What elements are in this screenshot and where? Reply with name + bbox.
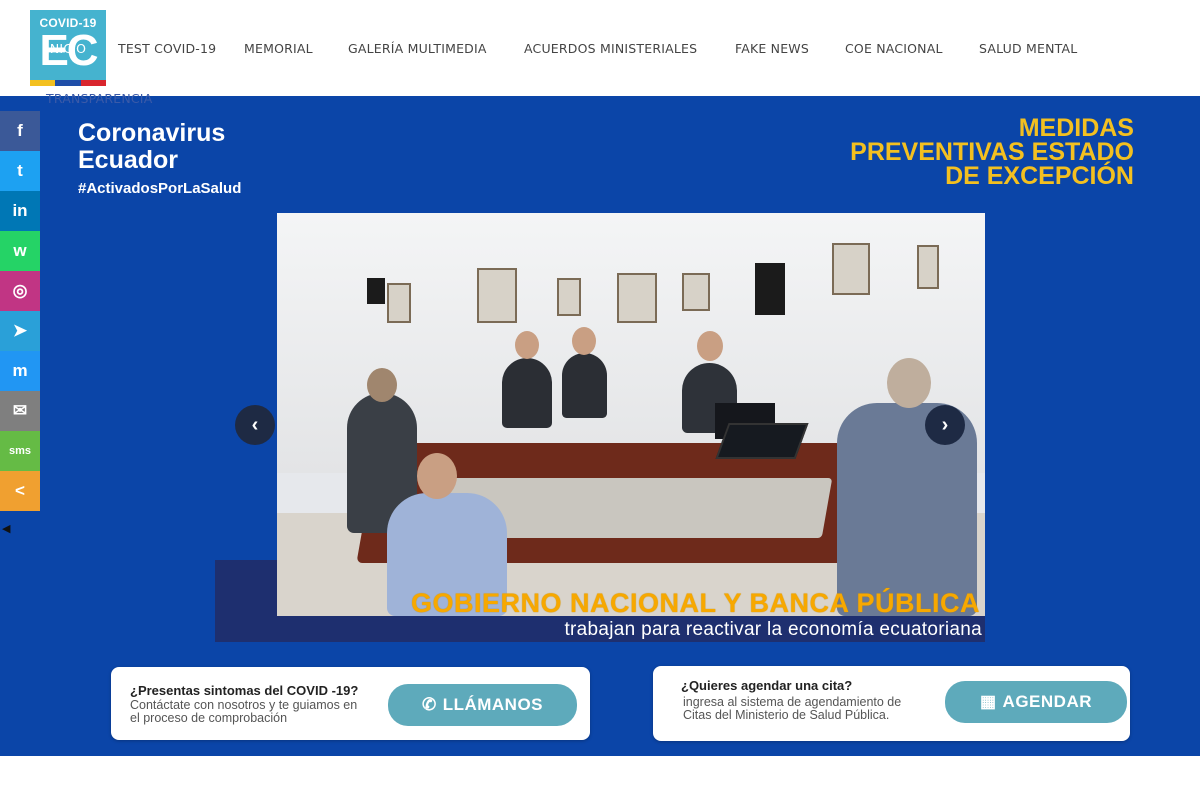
nav-item-coe-nacional[interactable]: COE NACIONAL (845, 41, 943, 56)
calendar-icon: ▦ (979, 692, 997, 711)
nav-item-fake-news[interactable]: FAKE NEWS (735, 41, 809, 56)
wall-frame (617, 273, 657, 323)
speaker-right (755, 263, 785, 315)
hide-arrow-icon[interactable]: ◀ (2, 522, 10, 535)
nav-item-galeria[interactable]: GALERÍA MULTIMEDIA (348, 41, 487, 56)
whatsapp-icon[interactable]: w (0, 231, 40, 271)
brand-block: Coronavirus Ecuador #ActivadosPorLaSalud (78, 119, 242, 198)
wall-frame (832, 243, 870, 295)
twitter-icon[interactable]: t (0, 151, 40, 191)
medidas-line-3: DE EXCEPCIÓN (945, 162, 1134, 190)
person-head (417, 453, 457, 499)
share-icon[interactable]: < (0, 471, 40, 511)
brand-hashtag: #ActivadosPorLaSalud (78, 180, 242, 197)
telegram-icon[interactable]: ➤ (0, 311, 40, 351)
person-head (515, 331, 539, 359)
slider-next-button[interactable]: › (925, 405, 965, 445)
person-head (572, 327, 596, 355)
email-icon[interactable]: ✉ (0, 391, 40, 431)
site-header: COVID-19 EC INICIO TEST COVID-19 MEMORIA… (0, 0, 1200, 106)
appointment-card: ¿Quieres agendar una cita? ingresa al si… (653, 666, 1130, 741)
brand-line-2: Ecuador (78, 146, 179, 174)
linkedin-icon[interactable]: in (0, 191, 40, 231)
medidas-line-2: PREVENTIVAS ESTADO (850, 138, 1134, 166)
nav-item-memorial[interactable]: MEMORIAL (244, 41, 313, 56)
nav-item-salud-mental[interactable]: SALUD MENTAL (979, 41, 1077, 56)
social-share-bar: f t in w ◎ ➤ m ✉ sms < (0, 111, 40, 511)
nav-item-inicio[interactable]: INICIO (46, 41, 86, 56)
brand-line-1: Coronavirus (78, 119, 226, 147)
symptoms-card: ¿Presentas sintomas del COVID -19? Contá… (111, 667, 590, 740)
person-head (887, 358, 931, 408)
wall-frame (477, 268, 517, 323)
logo-bar-yellow (30, 80, 56, 86)
medidas-banner[interactable]: MEDIDAS PREVENTIVAS ESTADO DE EXCEPCIÓN (850, 114, 1134, 190)
schedule-button[interactable]: ▦ AGENDAR (945, 681, 1127, 723)
hero-slide-image[interactable] (277, 213, 985, 616)
slide-caption-title: GOBIERNO NACIONAL Y BANCA PÚBLICA (410, 588, 980, 618)
call-button-label: LLÁMANOS (442, 695, 544, 714)
schedule-button-label: AGENDAR (1002, 692, 1092, 711)
person-head (697, 331, 723, 361)
person-head (367, 368, 397, 402)
person-silhouette (562, 353, 607, 418)
wall-frame (917, 245, 939, 289)
person-silhouette (502, 358, 552, 428)
appointment-question: ¿Quieres agendar una cita? (681, 678, 853, 693)
sms-icon[interactable]: sms (0, 431, 40, 471)
chevron-right-icon: › (941, 413, 949, 436)
slide-caption-subtitle: trabajan para reactivar la economía ecua… (564, 619, 982, 640)
nav-item-acuerdos[interactable]: ACUERDOS MINISTERIALES (524, 41, 697, 56)
appointment-desc-line-2: Citas del Ministerio de Salud Pública. (683, 708, 890, 722)
logo-bar-red (80, 80, 106, 86)
messenger-icon[interactable]: m (0, 351, 40, 391)
nav-item-transparencia[interactable]: TRANSPARENCIA (46, 91, 152, 106)
wall-frame (682, 273, 710, 311)
tablet-screen (715, 423, 809, 459)
medidas-line-1: MEDIDAS (1018, 114, 1134, 142)
symptoms-question: ¿Presentas sintomas del COVID -19? (130, 683, 359, 698)
wall-frame (387, 283, 411, 323)
phone-icon: ✆ (421, 695, 437, 714)
slider-prev-button[interactable]: ‹ (235, 405, 275, 445)
facebook-icon[interactable]: f (0, 111, 40, 151)
chevron-left-icon: ‹ (251, 413, 259, 436)
logo-bar-blue (55, 80, 81, 86)
nav-item-test-covid[interactable]: TEST COVID-19 (118, 41, 216, 56)
wall-frame (557, 278, 581, 316)
speaker-left (367, 278, 385, 304)
call-button[interactable]: ✆ LLÁMANOS (388, 684, 577, 726)
symptoms-desc-line-2: el proceso de comprobación (130, 711, 288, 725)
logo-color-bars (30, 80, 106, 86)
instagram-icon[interactable]: ◎ (0, 271, 40, 311)
